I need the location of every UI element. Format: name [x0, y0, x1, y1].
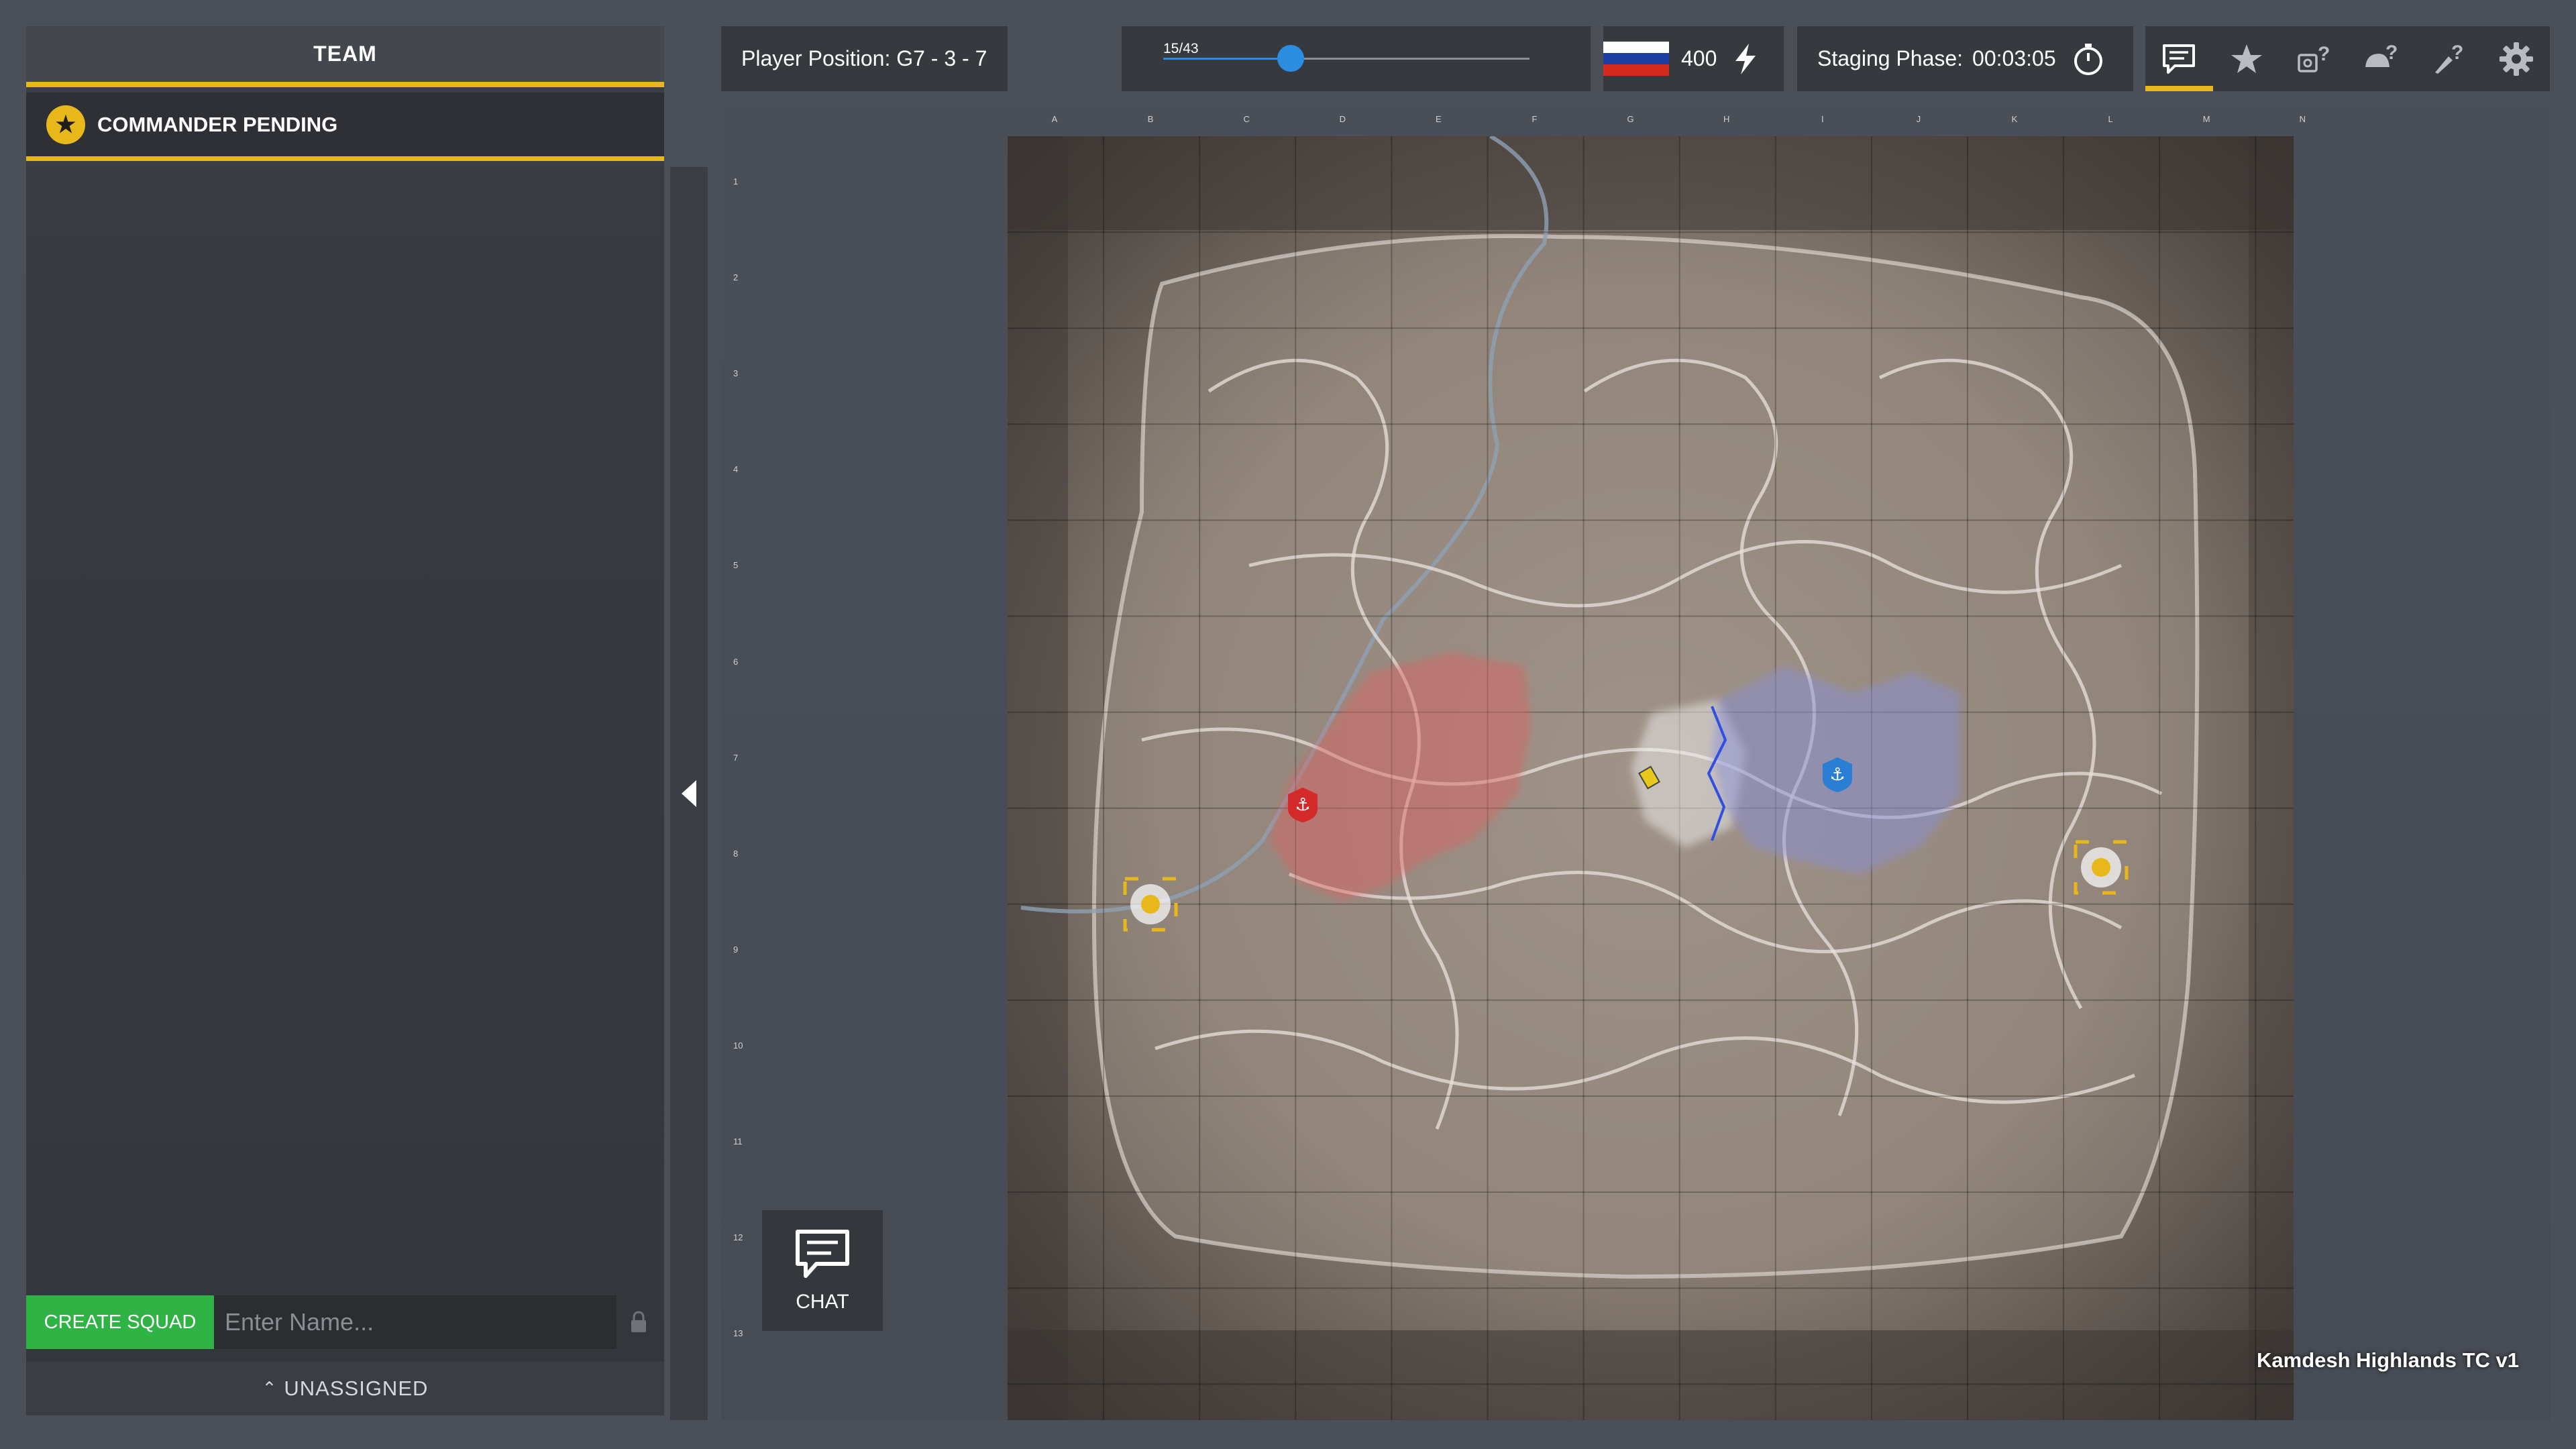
- gear-icon: [2499, 42, 2533, 76]
- svg-text:?: ?: [2451, 42, 2463, 64]
- player-position-box: Player Position: G7 - 3 - 7: [721, 26, 1008, 91]
- map-row-label: 13: [733, 1328, 743, 1339]
- flag-stripe-blue: [1603, 52, 1669, 65]
- helmet-question-icon: ?: [2365, 42, 2398, 67]
- unassigned-toggle[interactable]: ⌃ UNASSIGNED: [26, 1361, 664, 1415]
- settings-button[interactable]: [2483, 26, 2551, 91]
- svg-text:⚓: ⚓: [1295, 795, 1310, 815]
- flag-stripe-red: [1603, 64, 1669, 76]
- map-row-label: 8: [733, 848, 739, 859]
- map-column-label: D: [1339, 114, 1346, 124]
- commander-slot[interactable]: ★ COMMANDER PENDING: [26, 93, 664, 161]
- phase-box: Staging Phase: 00:03:05: [1797, 26, 2133, 91]
- toolbar: ? ? ?: [2145, 26, 2550, 91]
- ticket-count: 15/43: [1163, 41, 1199, 56]
- chat-bubble-icon: [796, 1230, 849, 1278]
- map-row-label: 9: [733, 944, 739, 955]
- map-column-label: K: [2011, 114, 2018, 124]
- map-row-label: 7: [733, 752, 739, 763]
- map-column-label: E: [1436, 114, 1442, 124]
- faction-box: 400: [1603, 26, 1784, 91]
- svg-text:?: ?: [2385, 42, 2398, 64]
- map-column-label: C: [1243, 114, 1250, 124]
- map-column-label: F: [1532, 114, 1538, 124]
- map-column-label: B: [1147, 114, 1154, 124]
- map-row-label: 6: [733, 656, 739, 667]
- chat-tab-button[interactable]: [2145, 26, 2213, 91]
- squad-name-input[interactable]: [214, 1295, 616, 1349]
- faction-flag-icon: [1603, 41, 1669, 76]
- map-column-label: M: [2202, 114, 2210, 124]
- map-column-label: A: [1051, 114, 1058, 124]
- chat-icon: [2163, 44, 2196, 74]
- ticket-bar-marker: [1277, 45, 1305, 72]
- blue-anchor-icon[interactable]: ⚓: [1823, 757, 1852, 792]
- map-column-label: G: [1627, 114, 1634, 124]
- map-row-label: 1: [733, 176, 739, 186]
- commander-star-icon: ★: [46, 105, 85, 144]
- map-column-label: H: [1723, 114, 1730, 124]
- chat-button[interactable]: CHAT: [762, 1210, 883, 1331]
- commander-label: COMMANDER PENDING: [97, 112, 338, 136]
- unassigned-label: UNASSIGNED: [284, 1376, 429, 1400]
- map-row-label: 5: [733, 560, 739, 571]
- ticket-box: 15/43: [1122, 26, 1591, 91]
- lock-icon[interactable]: [629, 1310, 649, 1334]
- lightning-icon: [1735, 43, 1756, 74]
- vehicle-help-button[interactable]: ?: [2280, 26, 2348, 91]
- map-view[interactable]: ⚓ ⚓: [1008, 136, 2294, 1420]
- squad-list: [26, 166, 664, 1320]
- create-squad-button[interactable]: CREATE SQUAD: [26, 1295, 214, 1349]
- map-row-label: 4: [733, 464, 739, 475]
- vehicle-question-icon: ?: [2298, 43, 2330, 72]
- rocket-question-icon: ?: [2435, 42, 2464, 74]
- map-column-label: I: [1821, 114, 1824, 124]
- phase-label: Staging Phase:: [1817, 46, 1964, 70]
- favorites-button[interactable]: [2213, 26, 2281, 91]
- map-area[interactable]: ABCDEFGHIJKLMN 1 2 3 4 5 6 7 8 9 10 11 12 13: [721, 107, 2551, 1420]
- team-title: TEAM: [26, 26, 664, 87]
- team-panel: TEAM ★ COMMANDER PENDING CREATE SQUAD ⌃ …: [26, 26, 664, 1415]
- flag-stripe-white: [1603, 41, 1669, 53]
- kit-help-button[interactable]: ?: [2348, 26, 2416, 91]
- chat-label: CHAT: [796, 1291, 849, 1313]
- star-icon: [2231, 44, 2262, 73]
- faction-points: 400: [1681, 46, 1717, 70]
- map-column-label: N: [2299, 114, 2306, 124]
- deploy-help-button[interactable]: ?: [2415, 26, 2483, 91]
- map-row-label: 11: [733, 1136, 743, 1146]
- ticket-bar-fill: [1163, 58, 1291, 60]
- svg-text:⚓: ⚓: [1829, 765, 1845, 785]
- map-column-label: J: [1916, 114, 1921, 124]
- chevron-left-icon: [682, 780, 696, 807]
- red-anchor-icon[interactable]: ⚓: [1288, 788, 1318, 822]
- map-row-label: 2: [733, 272, 739, 283]
- player-position-text: Player Position: G7 - 3 - 7: [741, 46, 987, 70]
- map-terrain: ⚓ ⚓: [1008, 136, 2294, 1420]
- chevron-up-icon: ⌃: [262, 1378, 278, 1398]
- collapse-panel-button[interactable]: [670, 167, 708, 1420]
- map-column-label: L: [2108, 114, 2113, 124]
- map-name: Kamdesh Highlands TC v1: [2257, 1348, 2520, 1372]
- phase-timer: 00:03:05: [1972, 46, 2056, 70]
- svg-text:?: ?: [2318, 43, 2330, 65]
- map-row-label: 3: [733, 368, 739, 379]
- stopwatch-icon: [2074, 43, 2102, 75]
- map-row-label: 10: [733, 1040, 743, 1051]
- map-row-label: 12: [733, 1232, 743, 1243]
- ticket-bar: [1163, 45, 1529, 72]
